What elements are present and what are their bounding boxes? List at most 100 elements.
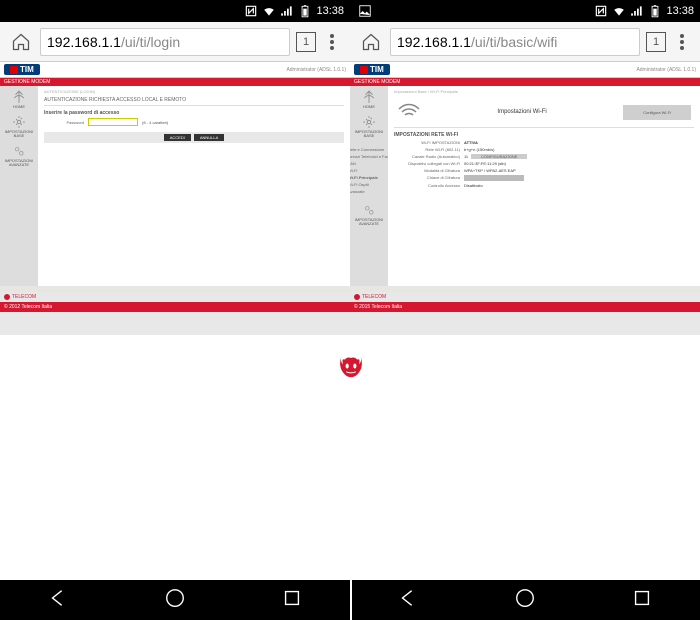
wifi-icon <box>612 4 626 18</box>
cipher-key-hidden <box>464 175 524 181</box>
sub-item-telefonia[interactable]: Servizi Telefonici e Fax <box>350 153 390 160</box>
wifi-details: Wi-Fi IMPOSTAZIONIATTIVA Rete Wi-Fi (802… <box>394 140 694 188</box>
password-hint: (8 - 4 caratteri) <box>142 120 168 125</box>
home-button[interactable] <box>358 29 384 55</box>
gestione-modem-bar: GESTIONE MODEM <box>0 78 350 86</box>
sidebar-item-home[interactable]: HOME <box>4 90 34 109</box>
password-input[interactable] <box>88 118 138 126</box>
home-nav-button[interactable] <box>164 587 186 614</box>
gestione-modem-bar: GESTIONE MODEM <box>350 78 700 86</box>
signal-icon <box>630 4 644 18</box>
sidebar-label: IMPOSTAZIONI AVANZATE <box>4 159 34 167</box>
browser-toolbar: 192.168.1.1/ui/ti/login 1 <box>0 22 350 62</box>
row-key: Dispositivi collegati con Wi-Fi <box>394 161 464 166</box>
status-bar: 13:38 <box>0 0 350 22</box>
sub-item-ospiti[interactable]: Wi‑Fi Ospiti <box>350 181 390 188</box>
wifi-content: Impostazioni Base / Wi-Fi Principale Imp… <box>388 86 700 286</box>
row-key: Modalità di Cifratura <box>394 168 464 173</box>
url-input[interactable]: 192.168.1.1/ui/ti/basic/wifi <box>390 28 640 56</box>
android-nav-bar-left <box>0 580 350 620</box>
gear-icon <box>12 115 26 129</box>
tim-header: TIM Administrator (ADSL 1.0.1) <box>0 62 350 78</box>
section-title: AUTENTICAZIONE RICHIESTA ACCESSO LOCAL E… <box>44 97 344 106</box>
breadcrumb: AUTENTICAZIONE (LOGIN) <box>44 89 344 94</box>
recent-apps-button[interactable] <box>631 587 653 614</box>
copyright: © 2015 Telecom Italia <box>350 302 700 312</box>
gear-icon <box>362 115 376 129</box>
home-button[interactable] <box>8 29 34 55</box>
image-icon <box>358 4 372 18</box>
page-content: TIM Administrator (ADSL 1.0.1) GESTIONE … <box>0 62 350 312</box>
tim-header: TIM Administrator (ADSL 1.0.1) <box>350 62 700 78</box>
sub-item-avanzate[interactable]: Avanzate <box>350 188 390 195</box>
row-key: Canale Radio (Automatico) <box>394 154 464 159</box>
admin-label: Administrator (ADSL 1.0.1) <box>636 67 696 73</box>
sub-item-principale[interactable]: Wi‑Fi Principale <box>350 174 390 181</box>
tab-switcher[interactable]: 1 <box>296 32 316 52</box>
tab-switcher[interactable]: 1 <box>646 32 666 52</box>
status-time: 13:38 <box>666 5 694 17</box>
sub-item-lan[interactable]: LAN <box>350 160 390 167</box>
row-val: 11 <box>464 154 468 159</box>
sidebar-item-base[interactable]: IMPOSTAZIONI BASE <box>354 115 384 138</box>
password-label: Password <box>44 120 84 125</box>
field-label: Inserire la password di accesso <box>44 110 344 116</box>
sidebar-item-avanzate[interactable]: IMPOSTAZIONI AVANZATE <box>354 203 384 226</box>
row-key: Rete Wi-Fi (802.11) <box>394 147 464 152</box>
page-content: TIM Administrator (ADSL 1.0.1) GESTIONE … <box>350 62 700 312</box>
status-bar: 13:38 <box>350 0 700 22</box>
phone-screen-right: 13:38 192.168.1.1/ui/ti/basic/wifi 1 TIM… <box>350 0 700 335</box>
battery-icon <box>298 4 312 18</box>
copyright: © 2012 Telecom Italia <box>0 302 350 312</box>
accedi-button[interactable]: ACCEDI <box>164 134 191 141</box>
row-key: Chiave di Cifratura <box>394 175 464 181</box>
row-key: Controllo Accesso <box>394 183 464 188</box>
breadcrumb: Impostazioni Base / Wi-Fi Principale <box>394 89 694 94</box>
antenna-icon <box>362 90 376 104</box>
page-footer: TELECOM © 2012 Telecom Italia <box>0 292 350 312</box>
sub-item-rete[interactable]: Rete e Connessione <box>350 146 390 153</box>
sidebar-label: HOME <box>363 105 375 109</box>
back-button[interactable] <box>397 587 419 614</box>
config-channel-button[interactable]: CONFIGURAZIONE <box>471 154 527 159</box>
nfc-icon <box>244 4 258 18</box>
sidebar-label: IMPOSTAZIONI BASE <box>354 130 384 138</box>
back-button[interactable] <box>47 587 69 614</box>
sidebar-label: IMPOSTAZIONI AVANZATE <box>354 218 384 226</box>
sidebar-label: IMPOSTAZIONI BASE <box>4 130 34 138</box>
sidebar-item-avanzate[interactable]: IMPOSTAZIONI AVANZATE <box>4 144 34 167</box>
menu-button[interactable] <box>672 34 692 50</box>
status-time: 13:38 <box>316 5 344 17</box>
menu-button[interactable] <box>322 34 342 50</box>
sidebar-item-home[interactable]: HOME <box>354 90 384 109</box>
antenna-icon <box>12 90 26 104</box>
sidebar-item-base[interactable]: IMPOSTAZIONI BASE <box>4 115 34 138</box>
annulla-button[interactable]: ANNULLA <box>194 134 224 141</box>
battery-icon <box>648 4 662 18</box>
sub-sidebar: Rete e Connessione Servizi Telefonici e … <box>350 144 393 197</box>
gears-icon <box>362 203 376 217</box>
sub-item-wifi[interactable]: Wi-Fi <box>350 167 390 174</box>
recent-apps-button[interactable] <box>281 587 303 614</box>
tim-logo: TIM <box>4 64 40 75</box>
page-footer: TELECOM © 2015 Telecom Italia <box>350 292 700 312</box>
gears-icon <box>12 144 26 158</box>
home-nav-button[interactable] <box>514 587 536 614</box>
nfc-icon <box>594 4 608 18</box>
row-key: Wi-Fi IMPOSTAZIONI <box>394 140 464 145</box>
url-input[interactable]: 192.168.1.1/ui/ti/login <box>40 28 290 56</box>
row-val: b+g+n (150mb/s) <box>464 147 494 152</box>
devil-watermark-icon <box>335 350 367 382</box>
configura-wifi-button[interactable]: Configura Wi-Fi <box>623 105 691 120</box>
wifi-icon <box>262 4 276 18</box>
phone-screen-left: 13:38 192.168.1.1/ui/ti/login 1 TIM Admi… <box>0 0 350 335</box>
row-val: Disattivato <box>464 183 483 188</box>
wifi-header-row: Impostazioni Wi-Fi Configura Wi-Fi <box>394 97 694 128</box>
row-val: ATTIVA <box>464 140 478 145</box>
android-nav-bar-right <box>350 580 700 620</box>
row-val: WPA+TKP / WPA2-AES EAP <box>464 168 516 173</box>
tim-logo: TIM <box>354 64 390 75</box>
signal-icon <box>280 4 294 18</box>
left-sidebar: HOME IMPOSTAZIONI BASE Rete e Connession… <box>350 86 388 286</box>
telecom-logo: TELECOM <box>350 292 700 302</box>
